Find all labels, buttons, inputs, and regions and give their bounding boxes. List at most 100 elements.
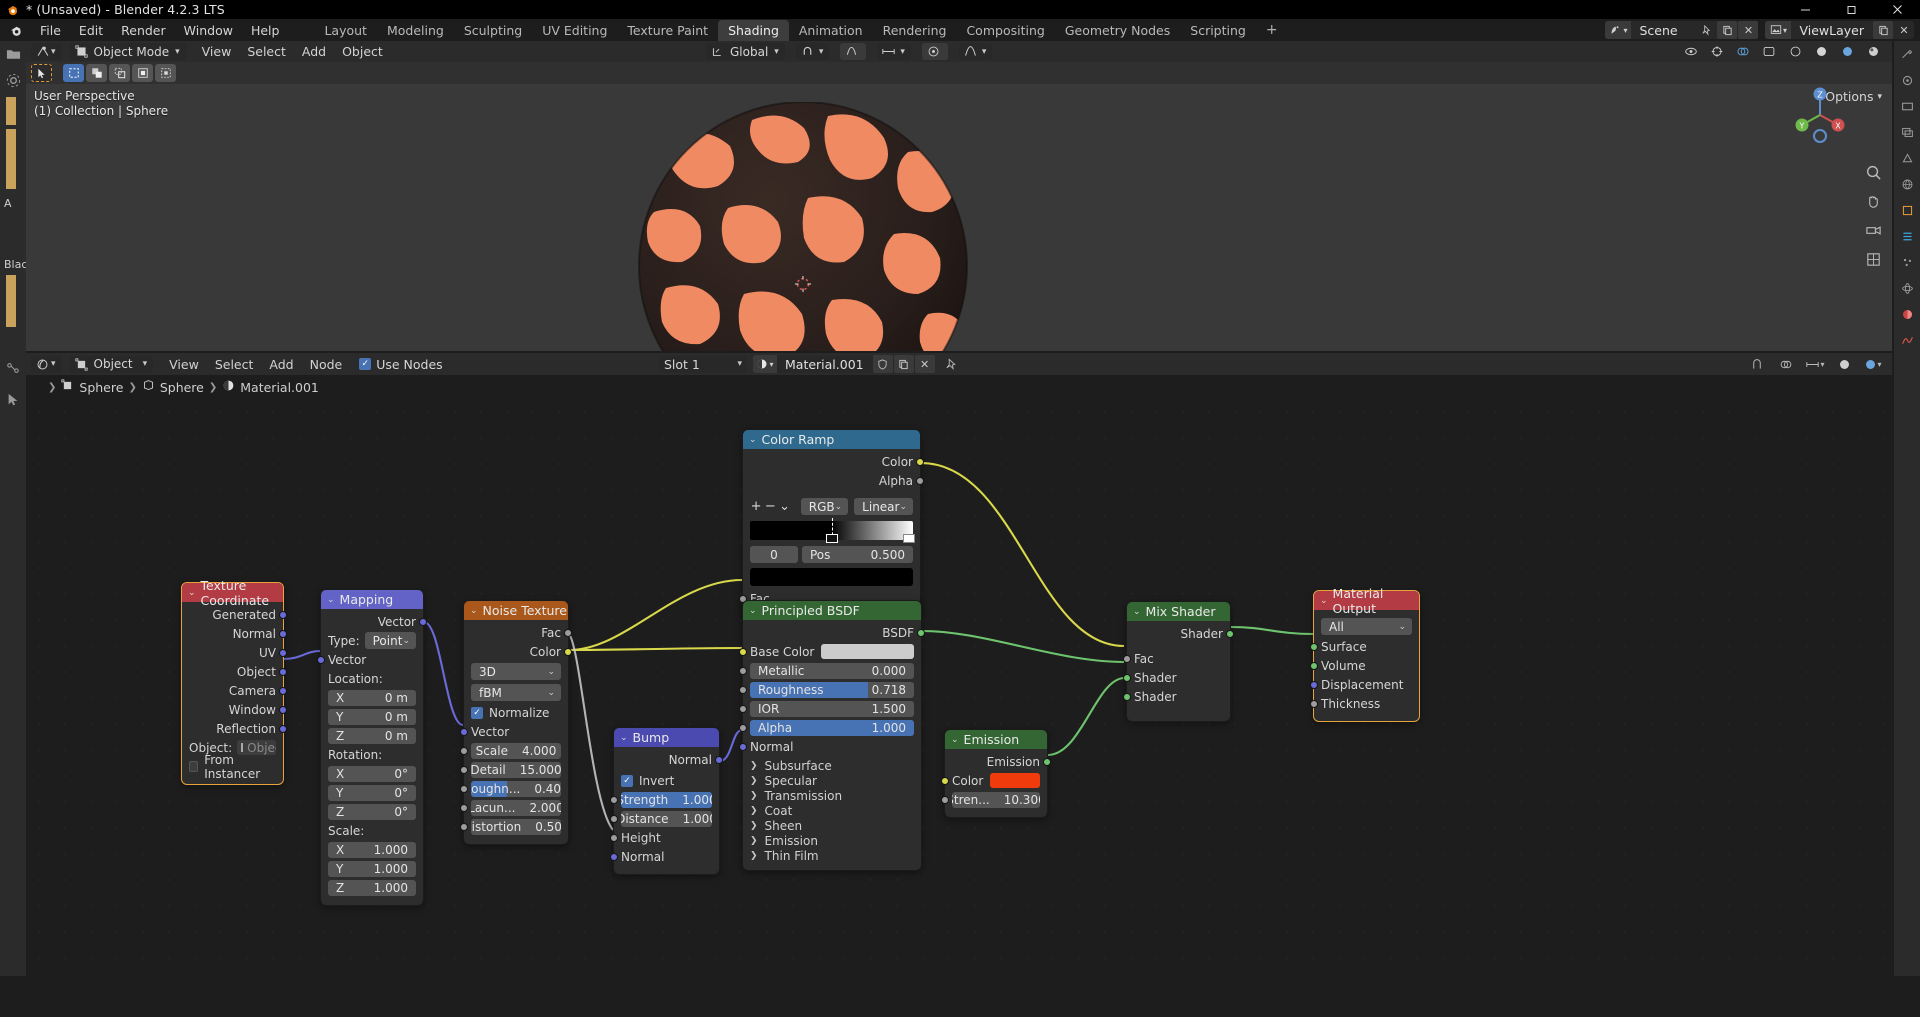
node-header-color-ramp[interactable]: ⌄ Color Ramp bbox=[743, 430, 920, 449]
bump-prop-distance[interactable]: Distance1.000 bbox=[621, 810, 712, 827]
new-material-button[interactable] bbox=[894, 355, 914, 373]
shading-rendered-icon[interactable] bbox=[1862, 41, 1884, 63]
ramp-index-field[interactable]: 0 bbox=[750, 546, 798, 563]
socket-ior[interactable] bbox=[739, 705, 747, 713]
normalize-checkbox-icon[interactable]: ✓ bbox=[471, 707, 483, 719]
socket-distance[interactable] bbox=[610, 815, 618, 823]
socket-normal[interactable] bbox=[279, 630, 287, 638]
node-material-output[interactable]: ⌄ Material Output All⌄ Surface Volume Di… bbox=[1313, 590, 1420, 722]
workspace-rendering[interactable]: Rendering bbox=[873, 20, 957, 41]
node-header-emission[interactable]: ⌄ Emission bbox=[945, 730, 1047, 749]
output-uv[interactable]: UV bbox=[189, 644, 276, 661]
workspace-layout[interactable]: Layout bbox=[314, 20, 377, 41]
viewport-menu-add[interactable]: Add bbox=[294, 44, 334, 59]
object-mode-selector[interactable]: Object Mode ▾ bbox=[70, 43, 186, 60]
socket-emission-color[interactable] bbox=[941, 777, 949, 785]
tool-properties-icon[interactable] bbox=[1894, 41, 1920, 67]
socket-surface[interactable] bbox=[1310, 643, 1318, 651]
noise-output-fac[interactable]: Fac bbox=[471, 624, 561, 641]
panel-emission[interactable]: ❯Emission bbox=[750, 833, 914, 848]
emission-output[interactable]: Emission bbox=[952, 753, 1040, 770]
shader-menu-add[interactable]: Add bbox=[261, 357, 301, 372]
node-emission[interactable]: ⌄ Emission Emission Color Stren...10.300 bbox=[944, 729, 1048, 818]
new-viewlayer-button[interactable] bbox=[1873, 21, 1893, 39]
breadcrumb-material-name[interactable]: Material.001 bbox=[240, 380, 319, 395]
socket-base-color[interactable] bbox=[739, 648, 747, 656]
bump-output-normal[interactable]: Normal bbox=[621, 751, 712, 768]
workspace-geometry-nodes[interactable]: Geometry Nodes bbox=[1055, 20, 1180, 41]
particle-properties-icon[interactable] bbox=[1894, 249, 1920, 275]
collapse-chevron-icon[interactable]: ⌄ bbox=[749, 435, 757, 445]
camera-view-icon[interactable] bbox=[1862, 219, 1884, 241]
viewport-menu-select[interactable]: Select bbox=[239, 44, 294, 59]
snap-node-icon[interactable] bbox=[1746, 353, 1768, 375]
socket-strength[interactable] bbox=[610, 796, 618, 804]
shader-menu-select[interactable]: Select bbox=[207, 357, 262, 372]
socket-uv[interactable] bbox=[279, 649, 287, 657]
physics-properties-icon[interactable] bbox=[1894, 275, 1920, 301]
socket-normal-in[interactable] bbox=[739, 743, 747, 751]
noise-type-dropdown[interactable]: fBM⌄ bbox=[471, 684, 561, 701]
collapse-chevron-icon[interactable]: ⌄ bbox=[620, 733, 628, 743]
node-header-material-output[interactable]: ⌄ Material Output bbox=[1314, 591, 1419, 610]
tweak-tool-button[interactable] bbox=[31, 64, 52, 82]
transform-orientation-selector[interactable]: Global ▾ bbox=[706, 43, 785, 60]
output-object[interactable]: Object bbox=[189, 663, 276, 680]
socket-color-out[interactable] bbox=[916, 458, 924, 466]
socket-scale[interactable] bbox=[460, 747, 468, 755]
new-scene-button[interactable] bbox=[1717, 21, 1737, 39]
output-camera[interactable]: Camera bbox=[189, 682, 276, 699]
material-properties-icon[interactable] bbox=[1894, 301, 1920, 327]
ramp-gradient-widget[interactable] bbox=[750, 520, 913, 541]
socket-normal-in[interactable] bbox=[610, 853, 618, 861]
editor-type-selector[interactable]: ▾ bbox=[31, 43, 62, 60]
noise-output-color[interactable]: Color bbox=[471, 643, 561, 660]
output-window[interactable]: Window bbox=[189, 701, 276, 718]
bump-prop-strength[interactable]: Strength1.000 bbox=[621, 791, 712, 808]
bump-input-height[interactable]: Height bbox=[621, 829, 712, 846]
blender-menu-logo-icon[interactable] bbox=[8, 23, 24, 38]
socket-height[interactable] bbox=[610, 834, 618, 842]
mix-input-shader-2[interactable]: Shader bbox=[1134, 688, 1223, 705]
emission-color-swatch[interactable] bbox=[990, 773, 1040, 788]
ramp-stop-handle-1[interactable] bbox=[903, 534, 915, 543]
socket-shader-in-1[interactable] bbox=[1123, 674, 1131, 682]
mix-input-shader-1[interactable]: Shader bbox=[1134, 669, 1223, 686]
proportional-falloff-selector[interactable]: ▾ bbox=[959, 43, 993, 60]
workspace-shading[interactable]: Shading bbox=[718, 20, 789, 41]
socket-vector-in[interactable] bbox=[317, 656, 325, 664]
mapping-type-dropdown[interactable]: Point ⌄ bbox=[365, 632, 416, 649]
from-instancer-row[interactable]: From Instancer bbox=[189, 758, 276, 775]
bsdf-prop-ior[interactable]: IOR1.500 bbox=[750, 700, 914, 717]
mix-input-fac[interactable]: Fac bbox=[1134, 650, 1223, 667]
viewlayer-selector[interactable]: ▾ ViewLayer ✕ bbox=[1765, 21, 1914, 39]
mapping-rotation-y[interactable]: Y0° bbox=[328, 784, 416, 801]
select-subtract-button[interactable] bbox=[109, 64, 130, 82]
output-reflection[interactable]: Reflection bbox=[189, 720, 276, 737]
noise-prop-detail[interactable]: Detail15.000 bbox=[471, 761, 561, 778]
pin-material-icon[interactable] bbox=[941, 353, 963, 375]
use-nodes-toggle[interactable]: ✓ Use Nodes bbox=[359, 357, 442, 372]
emission-color-row[interactable]: Color bbox=[952, 772, 1040, 789]
node-noise-texture[interactable]: ⌄ Noise Texture Fac Color 3D⌄ fBM⌄ ✓ Nor… bbox=[463, 600, 569, 845]
minimize-button[interactable] bbox=[1782, 0, 1828, 19]
ramp-stop-handle-0[interactable] bbox=[826, 534, 838, 543]
socket-roughness[interactable] bbox=[739, 686, 747, 694]
ramp-interpolation-dropdown[interactable]: Linear⌄ bbox=[854, 498, 913, 515]
scene-selector[interactable]: ▾ Scene ✕ bbox=[1605, 21, 1758, 39]
render-properties-icon[interactable] bbox=[1894, 67, 1920, 93]
panel-coat[interactable]: ❯Coat bbox=[750, 803, 914, 818]
bsdf-prop-alpha[interactable]: Alpha1.000 bbox=[750, 719, 914, 736]
viewport-menu-view[interactable]: View bbox=[194, 44, 240, 59]
panel-subsurface[interactable]: ❯Subsurface bbox=[750, 758, 914, 773]
bump-input-normal[interactable]: Normal bbox=[621, 848, 712, 865]
mapping-scale-z[interactable]: Z1.000 bbox=[328, 879, 416, 896]
socket-metallic[interactable] bbox=[739, 667, 747, 675]
workspace-animation[interactable]: Animation bbox=[789, 20, 873, 41]
node-header-texture-coordinate[interactable]: ⌄ Texture Coordinate bbox=[182, 583, 283, 602]
material-selector[interactable]: ▾ Material.001 ✕ bbox=[753, 356, 935, 373]
node-color-ramp[interactable]: ⌄ Color Ramp Color Alpha + − ⌄ RGB⌄ Line… bbox=[742, 429, 921, 617]
scene-properties-icon[interactable] bbox=[1894, 145, 1920, 171]
collapse-chevron-icon[interactable]: ⌄ bbox=[1133, 607, 1141, 617]
workspace-modeling[interactable]: Modeling bbox=[377, 20, 454, 41]
